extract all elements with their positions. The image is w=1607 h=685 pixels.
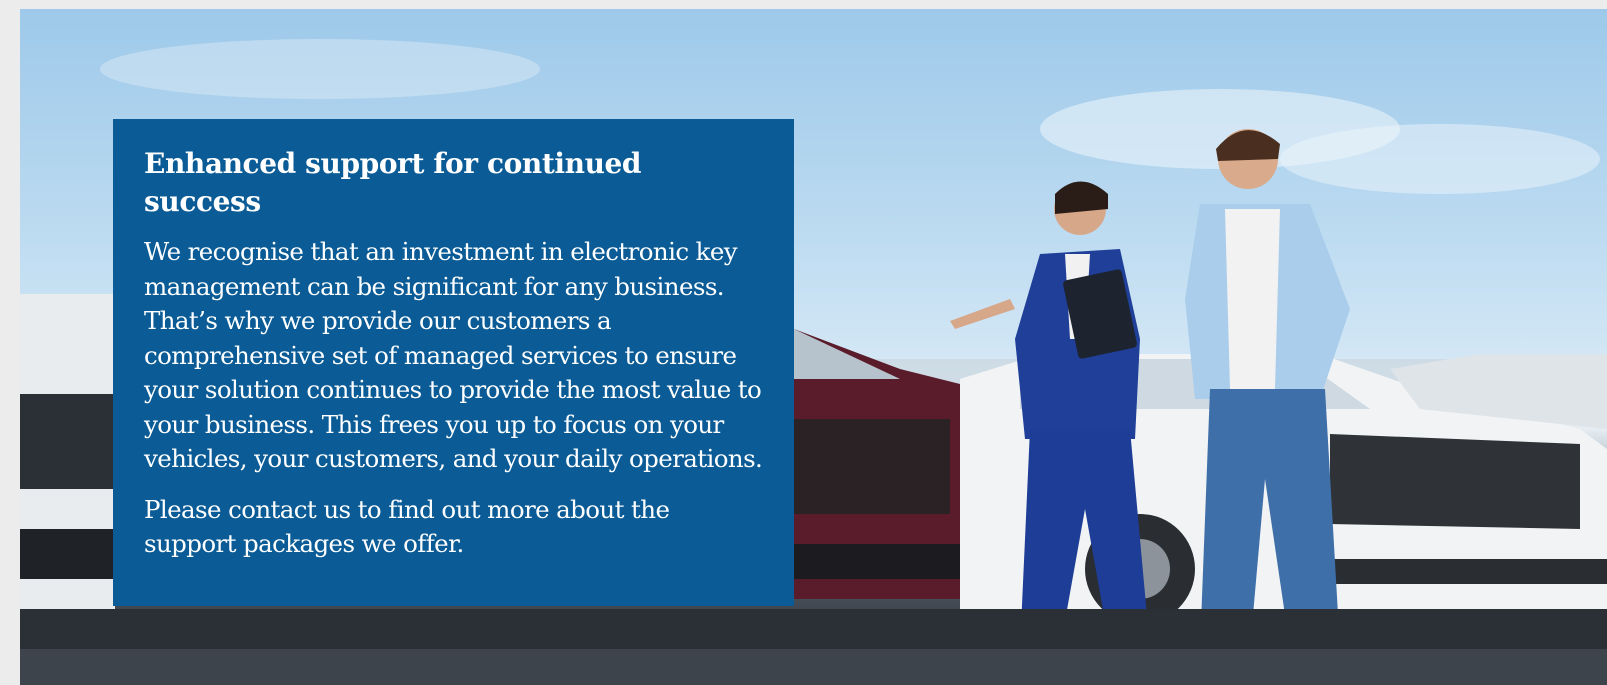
panel-paragraph-intro: We recognise that an investment in elect… (144, 237, 763, 473)
page: Enhanced support for continued success W… (0, 0, 1607, 685)
car-left (20, 294, 115, 609)
panel-paragraph-contact: Please contact us to find out more about… (144, 494, 670, 559)
panel-heading: Enhanced support for continued success (144, 147, 642, 218)
info-panel: Enhanced support for continued success W… (113, 119, 794, 606)
